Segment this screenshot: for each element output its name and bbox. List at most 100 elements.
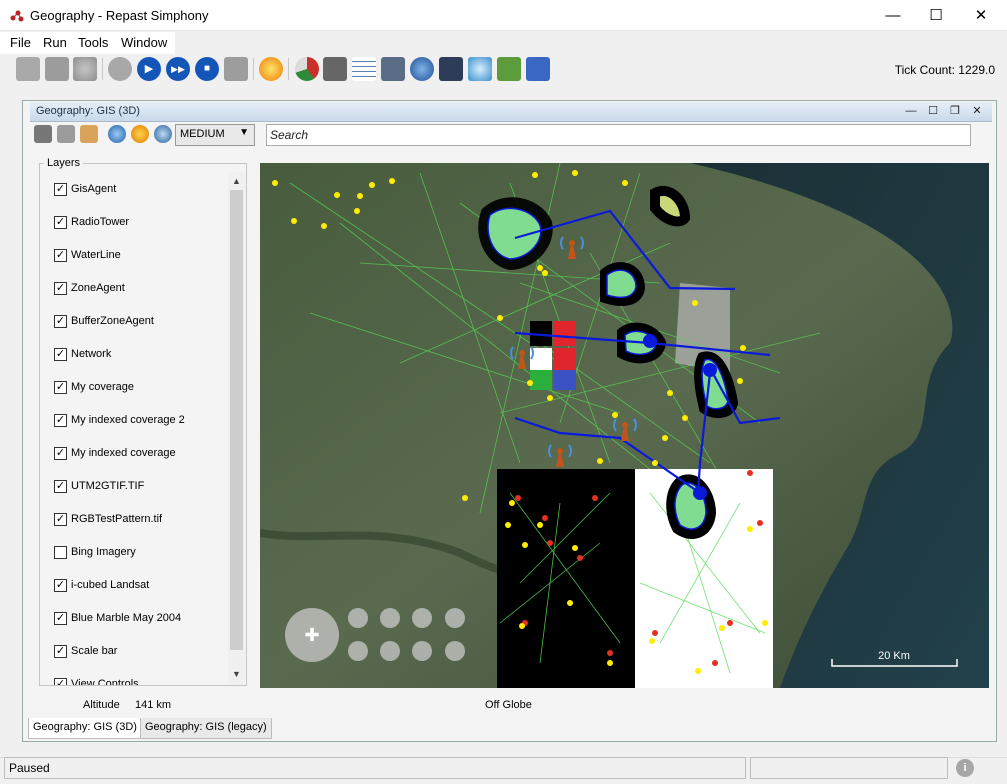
layer-checkbox[interactable]: ✓ xyxy=(54,282,67,295)
power-icon[interactable] xyxy=(108,57,132,81)
layers-list: ✓ GisAgent ✓ RadioTower ✓ WaterLine ✓ ZoneAgent… xyxy=(40,164,228,685)
scroll-down-icon[interactable]: ▼ xyxy=(228,666,245,683)
layer-label: Network xyxy=(71,348,112,360)
menu-file[interactable]: File xyxy=(10,35,31,50)
exaggeration-up-icon[interactable] xyxy=(445,608,465,628)
layer-label: RadioTower xyxy=(71,216,130,228)
toolbar-separator xyxy=(253,58,254,80)
frame-title: Geography: GIS (3D) xyxy=(36,105,140,117)
close-button[interactable]: ✕ xyxy=(958,0,1004,31)
frame-float-button[interactable]: ❐ xyxy=(947,103,963,119)
menu-run[interactable]: Run xyxy=(43,35,67,50)
layer-checkbox[interactable]: ✓ xyxy=(54,447,67,460)
layer-label: UTM2GTIF.TIF xyxy=(71,480,145,492)
toolbar-separator xyxy=(102,58,103,80)
database-icon[interactable] xyxy=(73,57,97,81)
load-icon[interactable] xyxy=(16,57,40,81)
globe-user-icon[interactable] xyxy=(410,57,434,81)
zoom-out-icon[interactable] xyxy=(348,641,368,661)
layer-label: Scale bar xyxy=(71,645,118,657)
layer-label: My coverage xyxy=(71,381,134,393)
chart-icon[interactable] xyxy=(295,57,319,81)
camera-icon[interactable] xyxy=(34,125,52,143)
heading-right-icon[interactable] xyxy=(380,641,400,661)
play-icon[interactable]: ▶▶ xyxy=(166,57,190,81)
search-input[interactable]: Search xyxy=(266,124,971,146)
layer-checkbox[interactable]: ✓ xyxy=(54,315,67,328)
layer-checkbox[interactable]: ✓ xyxy=(54,645,67,658)
heading-left-icon[interactable] xyxy=(380,608,400,628)
home-icon[interactable] xyxy=(80,125,98,143)
layer-checkbox[interactable]: ✓ xyxy=(54,348,67,361)
layer-label: My indexed coverage xyxy=(71,447,176,459)
step-icon[interactable]: ▶ xyxy=(137,57,161,81)
detail-level-select[interactable]: MEDIUM ▼ xyxy=(175,124,255,146)
layer-label: Blue Marble May 2004 xyxy=(71,612,182,624)
layer-checkbox[interactable]: ✓ xyxy=(54,414,67,427)
menu-tools[interactable]: Tools xyxy=(78,35,108,50)
detail-level-value: MEDIUM xyxy=(180,128,225,140)
exaggeration-down-icon[interactable] xyxy=(445,641,465,661)
coverage-black xyxy=(497,469,635,688)
layer-checkbox[interactable]: ✓ xyxy=(54,216,67,229)
map-canvas[interactable]: ✚ 20 Km xyxy=(260,163,989,688)
layer-label: GisAgent xyxy=(71,183,117,195)
layer-checkbox[interactable]: ✓ xyxy=(54,513,67,526)
menu-window[interactable]: Window xyxy=(121,35,167,50)
status-field-secondary xyxy=(750,757,948,779)
save-disk-icon[interactable] xyxy=(323,57,347,81)
flat-globe-icon[interactable] xyxy=(154,125,172,143)
magnifier-icon[interactable] xyxy=(468,57,492,81)
layer-checkbox[interactable] xyxy=(54,546,67,559)
maximize-button[interactable]: ☐ xyxy=(913,0,959,31)
grid-icon[interactable] xyxy=(352,57,376,81)
globe-icon[interactable] xyxy=(108,125,126,143)
layer-label: i-cubed Landsat xyxy=(71,579,150,591)
frame-maximize-button[interactable]: ☐ xyxy=(925,103,941,119)
stop-icon[interactable]: ■ xyxy=(195,57,219,81)
layer-label: My indexed coverage 2 xyxy=(71,414,185,426)
save-icon[interactable] xyxy=(45,57,69,81)
select-tool-icon[interactable] xyxy=(57,125,75,143)
layer-checkbox[interactable]: ✓ xyxy=(54,183,67,196)
lightning-icon[interactable] xyxy=(259,57,283,81)
layer-label: Bing Imagery xyxy=(71,546,136,558)
svg-text:✚: ✚ xyxy=(304,625,319,646)
layers-scroll-thumb[interactable] xyxy=(230,190,243,650)
frame-title-bar[interactable] xyxy=(30,102,992,122)
window-title: Geography - Repast Simphony xyxy=(30,8,209,23)
reset-icon[interactable] xyxy=(224,57,248,81)
layers-sun-icon[interactable] xyxy=(131,125,149,143)
pitch-down-icon[interactable] xyxy=(412,641,432,661)
frame-minimize-button[interactable]: — xyxy=(903,103,919,119)
info-icon[interactable]: i xyxy=(956,759,974,777)
status-field-main xyxy=(4,757,746,779)
calculator-icon[interactable] xyxy=(381,57,405,81)
layer-checkbox[interactable]: ✓ xyxy=(54,480,67,493)
layer-checkbox[interactable]: ✓ xyxy=(54,381,67,394)
pitch-up-icon[interactable] xyxy=(412,608,432,628)
tick-count: Tick Count: 1229.0 xyxy=(894,63,995,77)
layer-checkbox[interactable]: ✓ xyxy=(54,249,67,262)
layer-checkbox[interactable]: ✓ xyxy=(54,612,67,625)
status-text: Paused xyxy=(9,761,50,775)
layer-label: WaterLine xyxy=(71,249,121,261)
layer-label: BufferZoneAgent xyxy=(71,315,154,327)
zoom-in-icon[interactable] xyxy=(348,608,368,628)
frame-close-button[interactable]: ✕ xyxy=(969,103,985,119)
scroll-up-icon[interactable]: ▲ xyxy=(228,173,245,190)
layer-checkbox[interactable]: ✓ xyxy=(54,678,67,685)
layer-checkbox[interactable]: ✓ xyxy=(54,579,67,592)
users-icon[interactable] xyxy=(526,57,550,81)
map-view[interactable]: ✚ 20 Km xyxy=(260,163,989,688)
scale-label: 20 Km xyxy=(878,650,910,662)
display-icon[interactable] xyxy=(497,57,521,81)
globe-status: Off Globe xyxy=(485,699,532,711)
altitude-label: Altitude xyxy=(83,699,120,711)
minimize-button[interactable]: — xyxy=(870,0,916,31)
tab-gis-3d[interactable]: Geography: GIS (3D) xyxy=(28,718,142,739)
layer-label: View Controls xyxy=(71,678,139,685)
altitude-value: 141 km xyxy=(135,699,172,711)
tab-gis-legacy[interactable]: Geography: GIS (legacy) xyxy=(140,718,272,739)
binoculars-icon[interactable] xyxy=(439,57,463,81)
